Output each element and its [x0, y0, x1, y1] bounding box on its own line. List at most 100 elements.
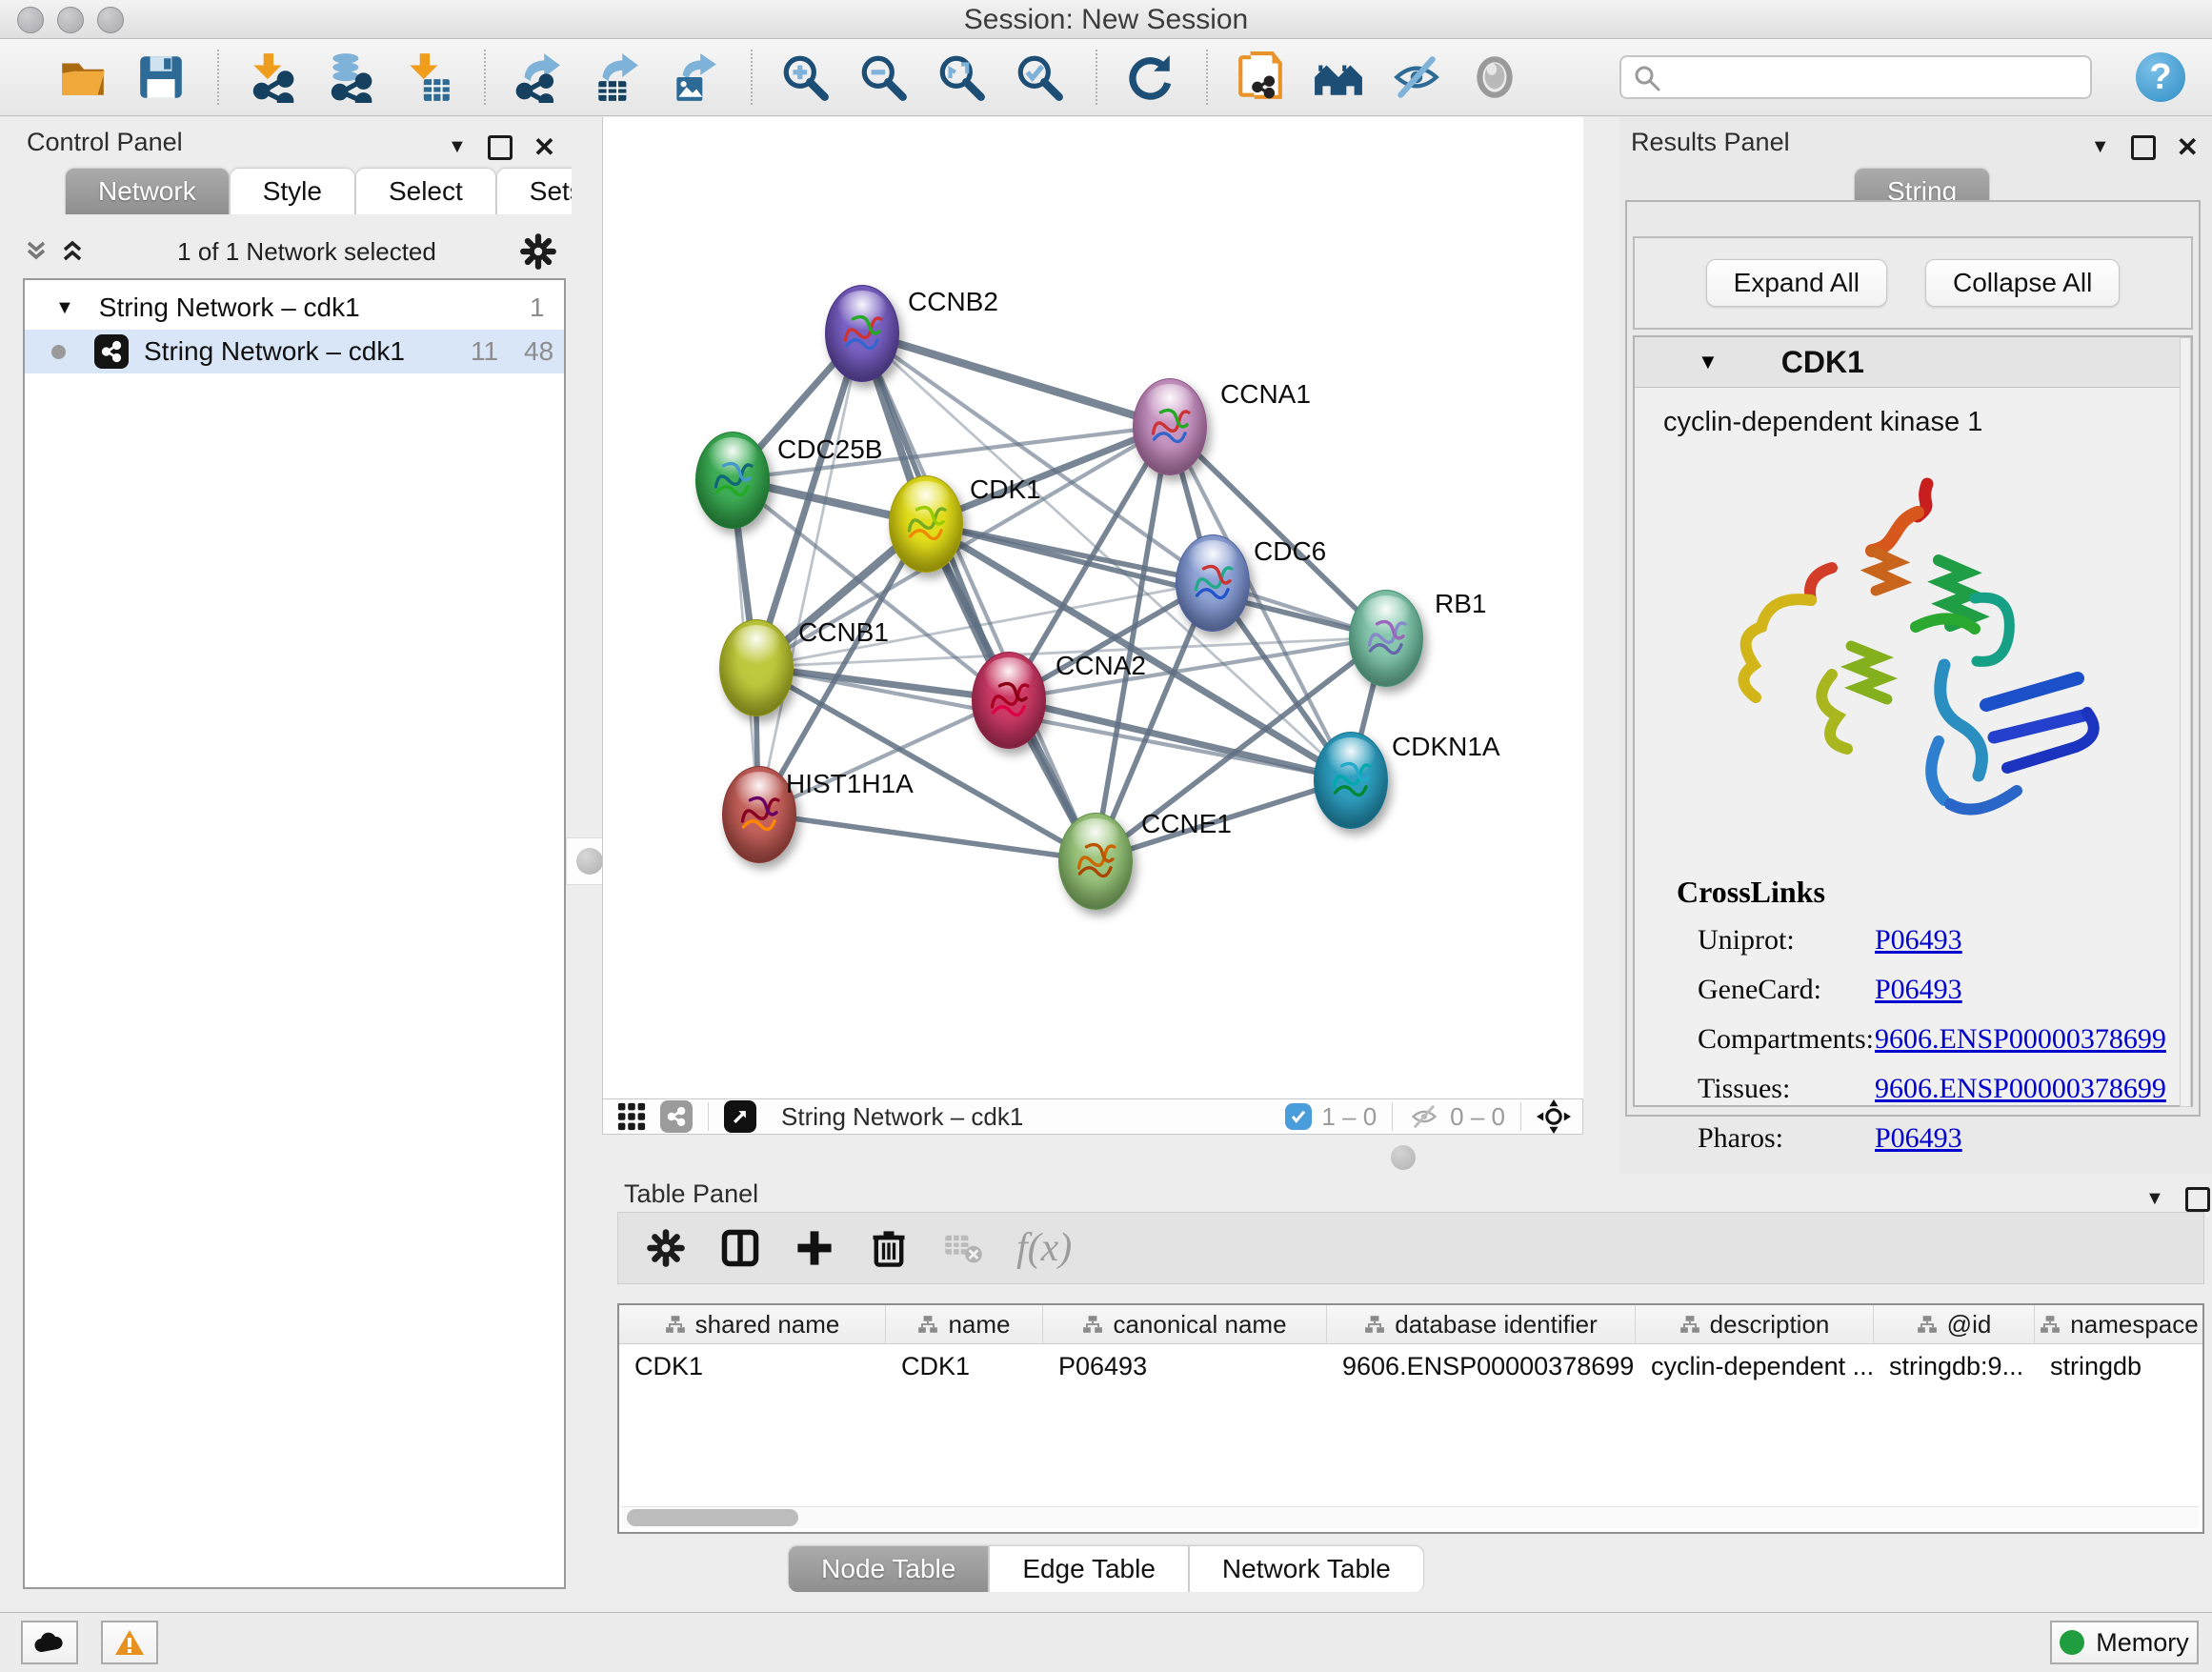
network-node-CCNB1[interactable] [719, 619, 794, 716]
add-column-icon[interactable] [794, 1227, 835, 1269]
tab-node-table[interactable]: Node Table [788, 1545, 989, 1592]
network-type-icon[interactable] [660, 1100, 693, 1133]
node-label-CCNA2: CCNA2 [1056, 651, 1146, 681]
collapse-all-icon[interactable] [23, 235, 59, 268]
float-panel-icon[interactable] [2185, 1187, 2210, 1212]
help-button[interactable]: ? [2136, 52, 2185, 102]
show-columns-icon[interactable] [719, 1227, 761, 1269]
entry-gene-name: CDK1 [1781, 345, 1864, 380]
tab-style[interactable]: Style [230, 168, 355, 214]
results-content: Expand All Collapse All ▼ CDK1 cyclin-de… [1625, 200, 2201, 1117]
tab-network-table[interactable]: Network Table [1189, 1545, 1424, 1592]
crosslink-link[interactable]: P06493 [1875, 1122, 1962, 1155]
node-result-header[interactable]: ▼ CDK1 [1635, 337, 2191, 388]
export-image-button[interactable] [667, 48, 722, 107]
memory-button[interactable]: Memory [2050, 1621, 2199, 1664]
network-options-gear-icon[interactable] [518, 232, 558, 272]
results-scrollbar[interactable] [2180, 337, 2191, 1107]
network-node-CCNE1[interactable] [1058, 813, 1133, 910]
network-list: ▼ String Network – cdk1 1 String Network… [23, 278, 566, 1589]
column-header-description[interactable]: description [1636, 1305, 1874, 1343]
string-glass-effect-button[interactable] [1389, 48, 1444, 107]
collapse-all-button[interactable]: Collapse All [1925, 259, 2120, 307]
string-document-button[interactable] [1233, 48, 1288, 107]
save-session-button[interactable] [133, 48, 189, 107]
results-button-row: Expand All Collapse All [1633, 236, 2193, 330]
zoom-selected-button[interactable] [1012, 48, 1067, 107]
network-node-CCNA2[interactable] [972, 652, 1046, 749]
network-node-CCNB2[interactable] [825, 285, 899, 382]
table-hscrollbar-thumb[interactable] [627, 1509, 798, 1526]
attribute-icon [1679, 1314, 1700, 1335]
column-header-name[interactable]: name [886, 1305, 1043, 1343]
crosslink-link[interactable]: P06493 [1875, 924, 1962, 957]
network-collection-row[interactable]: ▼ String Network – cdk1 1 [25, 286, 564, 330]
close-panel-icon[interactable]: ✕ [533, 131, 555, 163]
hidden-eye-icon[interactable] [1408, 1102, 1440, 1131]
import-network-database-button[interactable] [322, 48, 377, 107]
node-label-CCNB1: CCNB1 [798, 617, 889, 648]
open-in-window-icon[interactable] [724, 1100, 756, 1133]
birdseye-icon[interactable] [616, 1101, 647, 1132]
crosslink-link[interactable]: P06493 [1875, 974, 1962, 1006]
table-options-gear-icon[interactable] [645, 1227, 687, 1269]
string-sphere-button[interactable] [1467, 48, 1522, 107]
bottom-splitter-handle[interactable] [1391, 1145, 1416, 1170]
export-network-button[interactable] [511, 48, 566, 107]
float-panel-icon[interactable] [488, 135, 513, 160]
fit-selected-crosshair-icon[interactable] [1537, 1099, 1571, 1134]
close-panel-icon[interactable]: ✕ [2177, 131, 2199, 163]
column-header-namespace[interactable]: namespace [2035, 1305, 2204, 1343]
network-node-CDC6[interactable] [1176, 534, 1250, 632]
expand-all-icon[interactable] [59, 235, 95, 268]
expand-all-button[interactable]: Expand All [1706, 259, 1887, 307]
save-icon [135, 51, 187, 103]
network-node-CCNA1[interactable] [1133, 378, 1207, 475]
zoom-in-button[interactable] [777, 48, 833, 107]
export-table-button[interactable] [589, 48, 644, 107]
export-network-icon [513, 51, 564, 103]
network-statusbar: String Network – cdk1 1 – 0 0 – 0 [602, 1098, 1583, 1135]
tab-select[interactable]: Select [355, 168, 496, 214]
import-network-file-button[interactable] [244, 48, 299, 107]
table-hscrollbar[interactable] [621, 1506, 2199, 1528]
entry-expander-icon[interactable]: ▼ [1698, 350, 1719, 374]
attribute-icon [2040, 1314, 2061, 1335]
network-node-CDKN1A[interactable] [1314, 732, 1388, 829]
toolbar-separator [751, 50, 753, 105]
warnings-button[interactable] [101, 1621, 158, 1664]
panel-menu-icon[interactable]: ▼ [448, 136, 467, 158]
table-cell: P06493 [1043, 1344, 1327, 1388]
tab-network[interactable]: Network [65, 168, 230, 214]
collection-expander-icon[interactable]: ▼ [55, 297, 74, 319]
network-node-CDC25B[interactable] [695, 432, 770, 529]
apply-function-icon: f(x) [1016, 1225, 1072, 1271]
table-row[interactable]: CDK1CDK1P064939606.ENSP00000378699cyclin… [619, 1344, 2202, 1388]
network-node-RB1[interactable] [1349, 590, 1423, 687]
column-header-canonical-name[interactable]: canonical name [1043, 1305, 1327, 1343]
zoom-fit-button[interactable] [934, 48, 989, 107]
import-table-button[interactable] [400, 48, 455, 107]
float-panel-icon[interactable] [2131, 135, 2156, 160]
network-row-selected[interactable]: String Network – cdk1 11 48 [25, 330, 564, 373]
edge-CCNA2-CDKN1A [1008, 699, 1350, 779]
crosslink-link[interactable]: 9606.ENSP00000378699 [1875, 1073, 2166, 1105]
search-input[interactable] [1619, 55, 2092, 99]
panel-menu-icon[interactable]: ▼ [2091, 136, 2110, 158]
tab-edge-table[interactable]: Edge Table [989, 1545, 1189, 1592]
delete-column-trash-icon[interactable] [868, 1227, 910, 1269]
selected-checkbox-icon[interactable] [1285, 1103, 1312, 1130]
string-homology-button[interactable] [1311, 48, 1366, 107]
column-header-database-identifier[interactable]: database identifier [1327, 1305, 1636, 1343]
network-node-CDK1[interactable] [889, 475, 963, 573]
panel-menu-icon[interactable]: ▼ [2145, 1188, 2164, 1210]
network-canvas[interactable]: CCNB2CCNA1CDC25BCDK1CDC6RB1CCNB1CCNA2CDK… [602, 117, 1585, 1098]
column-header-@id[interactable]: @id [1874, 1305, 2035, 1343]
crosslink-link[interactable]: 9606.ENSP00000378699 [1875, 1023, 2166, 1056]
open-session-button[interactable] [55, 48, 111, 107]
zoom-out-icon [857, 51, 909, 103]
cloud-button[interactable] [21, 1621, 78, 1664]
zoom-out-button[interactable] [855, 48, 911, 107]
column-header-shared-name[interactable]: shared name [619, 1305, 886, 1343]
refresh-button[interactable] [1122, 48, 1177, 107]
